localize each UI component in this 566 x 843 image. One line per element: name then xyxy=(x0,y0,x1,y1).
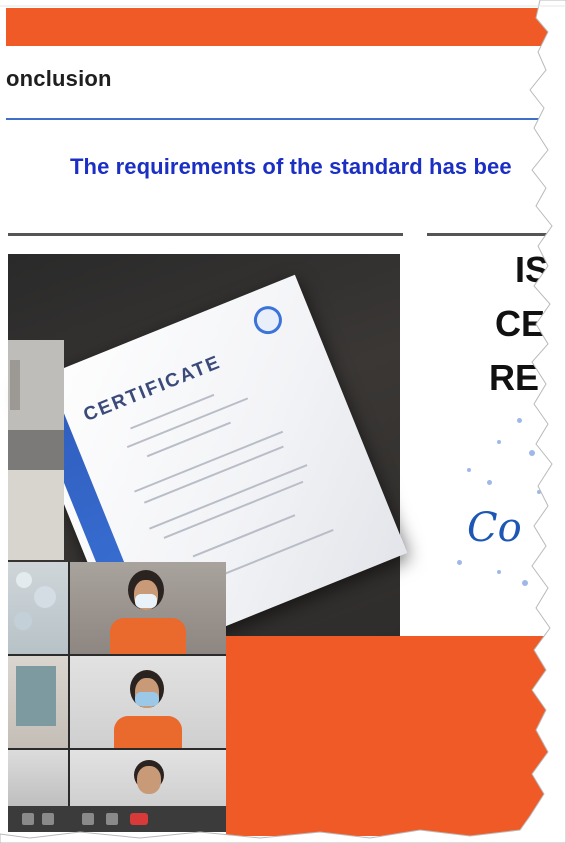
iso-slide-panel: IS CE RE Co xyxy=(427,240,557,636)
room-desk xyxy=(8,430,64,470)
participant-tile[interactable] xyxy=(70,656,226,748)
participant-tile[interactable] xyxy=(70,562,226,654)
participant-tile[interactable] xyxy=(8,562,68,654)
leave-call-button[interactable] xyxy=(130,813,148,825)
participant-shirt xyxy=(114,716,182,748)
video-gallery xyxy=(8,562,226,832)
room-pillar xyxy=(10,360,20,410)
participant-face xyxy=(137,766,161,794)
camera-icon[interactable] xyxy=(82,813,94,825)
confetti-dot xyxy=(497,440,501,444)
more-icon[interactable] xyxy=(42,813,54,825)
participant-tile[interactable] xyxy=(70,750,226,806)
certificate-logo-icon xyxy=(249,301,287,339)
call-toolbar xyxy=(8,806,226,832)
panel-title-line-2: CE xyxy=(495,303,546,344)
panel-top-rule xyxy=(427,233,557,236)
confetti-dot xyxy=(529,450,535,456)
slide-orange-block xyxy=(226,636,557,836)
certificate-text-line xyxy=(146,421,231,458)
room-floor xyxy=(8,470,64,560)
photo-top-rule xyxy=(8,233,403,236)
slide-top-bar xyxy=(6,8,551,46)
confetti-dot xyxy=(457,560,462,565)
participant-shirt xyxy=(110,618,186,654)
face-mask xyxy=(135,594,157,608)
panel-title-line-3: RE xyxy=(489,357,540,398)
confetti-dot xyxy=(487,480,492,485)
certificate-text-line xyxy=(163,480,304,539)
background-circle xyxy=(16,572,32,588)
slide-heading: onclusion xyxy=(6,66,112,91)
certificate-text-line xyxy=(143,445,284,504)
confetti-dot xyxy=(537,490,541,494)
panel-title-line-1: IS xyxy=(515,249,550,290)
background-panel xyxy=(16,666,56,726)
panel-script-text: Co xyxy=(467,505,522,551)
slide-statement: The requirements of the standard has bee xyxy=(70,154,512,179)
confetti-dot xyxy=(522,580,528,586)
face-mask xyxy=(135,692,159,706)
confetti-dot xyxy=(497,570,501,574)
screenshot-page: onclusion The requirements of the standa… xyxy=(0,0,566,843)
confetti-dot xyxy=(467,468,471,472)
chat-icon[interactable] xyxy=(22,813,34,825)
participant-tile[interactable] xyxy=(8,656,68,748)
background-circle xyxy=(14,612,32,630)
shared-camera-strip xyxy=(8,340,64,560)
background-circle xyxy=(34,586,56,608)
share-screen-icon[interactable] xyxy=(106,813,118,825)
participant-tile[interactable] xyxy=(8,750,68,806)
confetti-dot xyxy=(517,418,522,423)
slide-divider xyxy=(6,118,551,120)
